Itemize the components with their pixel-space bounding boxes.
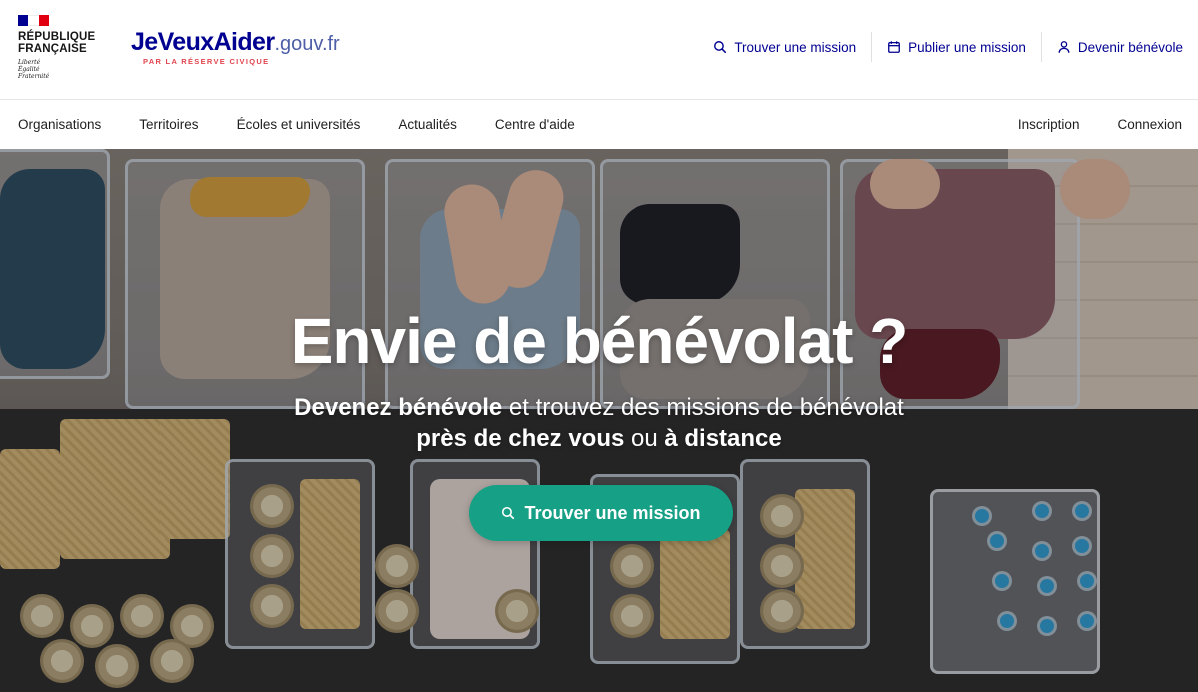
brand-name: JeVeuxAider.gouv.fr bbox=[131, 28, 340, 56]
search-icon bbox=[502, 506, 515, 520]
header-link-label: Publier une mission bbox=[908, 39, 1026, 55]
header-quick-links: Trouver une mission Publier une mission … bbox=[698, 30, 1183, 64]
hero-banner: Envie de bénévolat ? Devenez bénévole et… bbox=[0, 149, 1198, 692]
republic-name: RÉPUBLIQUE FRANÇAISE bbox=[18, 31, 96, 55]
main-navigation: Organisations Territoires Écoles et univ… bbox=[0, 100, 1198, 149]
french-flag-icon bbox=[18, 15, 49, 26]
nav-item-territoires[interactable]: Territoires bbox=[139, 117, 198, 132]
hero-title: Envie de bénévolat ? bbox=[290, 305, 909, 377]
header-link-find-mission[interactable]: Trouver une mission bbox=[698, 32, 871, 62]
find-mission-button[interactable]: Trouver une mission bbox=[469, 485, 733, 541]
search-icon bbox=[714, 41, 727, 54]
find-mission-button-label: Trouver une mission bbox=[524, 502, 701, 523]
nav-item-organisations[interactable]: Organisations bbox=[18, 117, 101, 132]
nav-item-ecoles-universites[interactable]: Écoles et universités bbox=[237, 117, 361, 132]
header-link-label: Devenir bénévole bbox=[1077, 39, 1183, 55]
header-link-publish-mission[interactable]: Publier une mission bbox=[871, 32, 1041, 62]
nav-account: Inscription Connexion bbox=[1018, 117, 1182, 132]
republique-francaise-logo[interactable]: RÉPUBLIQUE FRANÇAISE Liberté Égalité Fra… bbox=[18, 15, 108, 80]
republic-motto: Liberté Égalité Fraternité bbox=[18, 59, 50, 80]
hero-content: Envie de bénévolat ? Devenez bénévole et… bbox=[0, 149, 1198, 692]
calendar-icon bbox=[888, 41, 901, 53]
nav-item-centre-aide[interactable]: Centre d'aide bbox=[495, 117, 575, 132]
user-icon bbox=[1058, 41, 1070, 53]
brand-tagline: PAR LA RÉSERVE CIVIQUE bbox=[143, 57, 270, 66]
site-header: RÉPUBLIQUE FRANÇAISE Liberté Égalité Fra… bbox=[0, 0, 1198, 100]
jeveuxaider-logo[interactable]: JeVeuxAider.gouv.fr PAR LA RÉSERVE CIVIQ… bbox=[131, 28, 340, 66]
nav-primary: Organisations Territoires Écoles et univ… bbox=[18, 117, 575, 132]
header-link-label: Trouver une mission bbox=[734, 39, 857, 55]
nav-item-connexion[interactable]: Connexion bbox=[1117, 117, 1182, 132]
header-link-become-volunteer[interactable]: Devenir bénévole bbox=[1040, 32, 1183, 62]
hero-subtitle: Devenez bénévole et trouvez des missions… bbox=[294, 394, 904, 452]
nav-item-inscription[interactable]: Inscription bbox=[1018, 117, 1080, 132]
nav-item-actualites[interactable]: Actualités bbox=[398, 117, 457, 132]
